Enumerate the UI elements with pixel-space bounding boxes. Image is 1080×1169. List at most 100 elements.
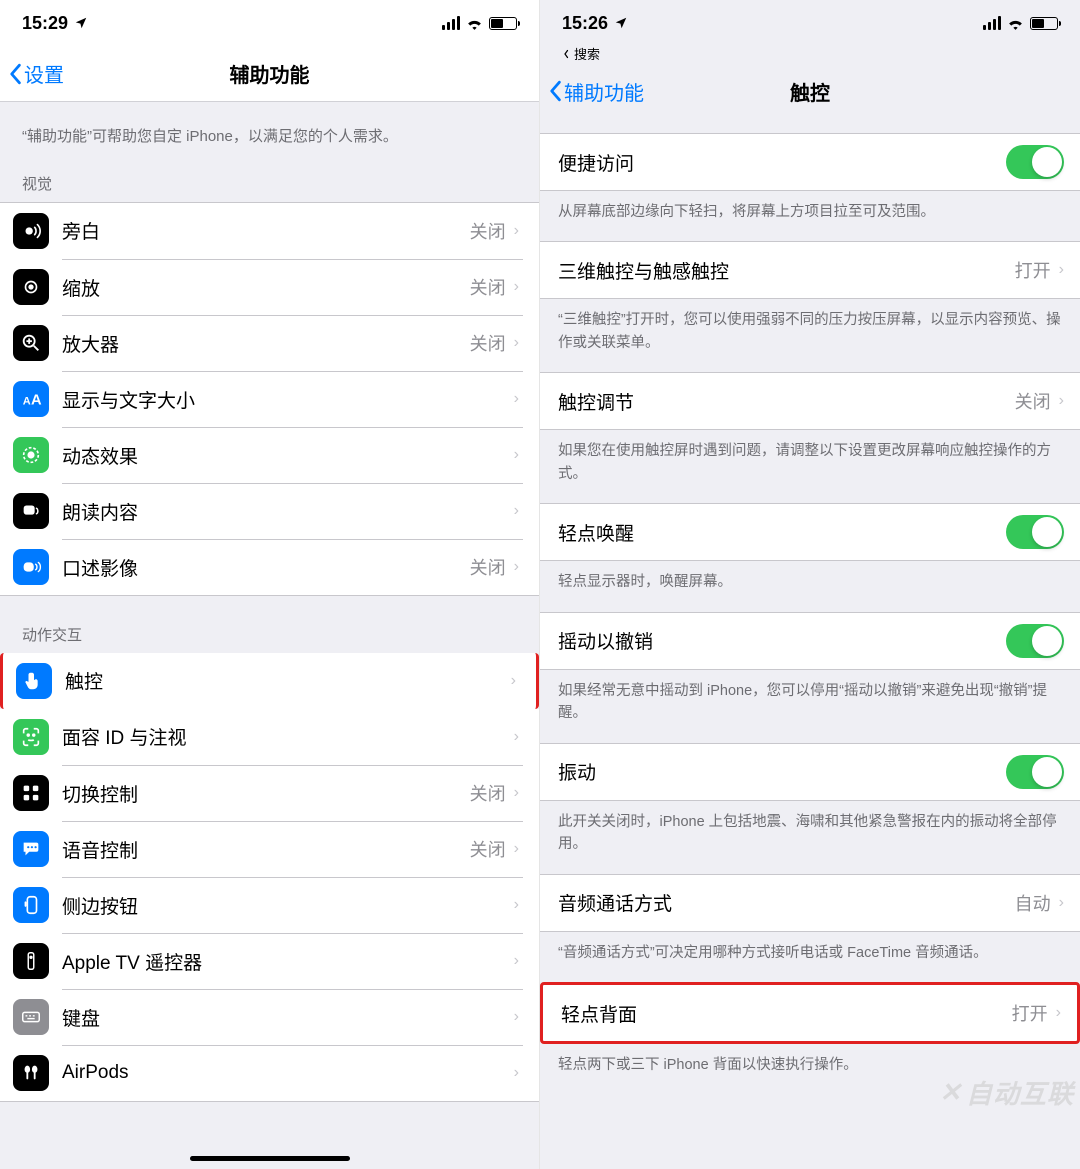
back-label: 设置 <box>24 59 64 88</box>
phone-accessibility: 15:29 设置 辅助功能 “辅助功能”可帮助您自定 iPhone，以满足您的个… <box>0 0 540 1169</box>
breadcrumb[interactable]: 搜索 <box>540 44 1080 63</box>
audio-description-icon <box>13 549 49 585</box>
zoom-icon <box>13 269 49 305</box>
chevron-right-icon: › <box>1059 392 1064 410</box>
svg-text:A: A <box>23 395 31 407</box>
location-icon <box>614 16 628 30</box>
section-motor: 动作交互 <box>0 596 539 653</box>
airpods-icon <box>13 1055 49 1091</box>
row-spoken[interactable]: 朗读内容› <box>0 483 539 539</box>
chevron-right-icon: › <box>514 840 519 858</box>
chevron-right-icon: › <box>514 896 519 914</box>
row-accommodations[interactable]: 触控调节 关闭 › <box>540 373 1080 429</box>
footer-3dtouch: “三维触控”打开时，您可以使用强弱不同的压力按压屏幕，以显示内容预览、操作或关联… <box>540 299 1080 372</box>
chevron-right-icon: › <box>1056 1004 1061 1022</box>
row-appletv-remote[interactable]: Apple TV 遥控器› <box>0 933 539 989</box>
group-accommodations: 触控调节 关闭 › <box>540 372 1080 430</box>
chevron-right-icon: › <box>514 952 519 970</box>
row-voiceover[interactable]: 旁白关闭› <box>0 203 539 259</box>
chevron-right-icon: › <box>514 446 519 464</box>
chevron-right-icon: › <box>511 672 516 690</box>
switch-reachability[interactable] <box>1006 145 1064 179</box>
section-vision: 视觉 <box>0 167 539 202</box>
row-callaudio[interactable]: 音频通话方式 自动 › <box>540 875 1080 931</box>
status-time: 15:26 <box>562 13 608 34</box>
wifi-icon <box>1007 17 1024 30</box>
row-reachability[interactable]: 便捷访问 <box>540 134 1080 190</box>
row-3dtouch[interactable]: 三维触控与触感触控 打开 › <box>540 242 1080 298</box>
vision-group: 旁白关闭› 缩放关闭› 放大器关闭› AA 显示与文字大小› 动态效果› 朗读内… <box>0 202 539 596</box>
appletv-remote-icon <box>13 943 49 979</box>
footer-vibration: 此开关关闭时，iPhone 上包括地震、海啸和其他紧急警报在内的振动将全部停用。 <box>540 801 1080 874</box>
intro-text: “辅助功能”可帮助您自定 iPhone，以满足您的个人需求。 <box>0 102 539 167</box>
row-side-button[interactable]: 侧边按钮› <box>0 877 539 933</box>
row-touch[interactable]: 触控› <box>3 653 536 709</box>
faceid-icon <box>13 719 49 755</box>
row-faceid[interactable]: 面容 ID 与注视› <box>0 709 539 765</box>
row-voice-control[interactable]: 语音控制关闭› <box>0 821 539 877</box>
footer-backtap: 轻点两下或三下 iPhone 背面以快速执行操作。 <box>540 1044 1080 1094</box>
group-tapwake: 轻点唤醒 <box>540 503 1080 561</box>
group-reachability: 便捷访问 <box>540 133 1080 191</box>
row-vibration[interactable]: 振动 <box>540 744 1080 800</box>
row-magnifier[interactable]: 放大器关闭› <box>0 315 539 371</box>
group-shakeundo: 摇动以撤销 <box>540 612 1080 670</box>
row-airpods[interactable]: AirPods› <box>0 1045 539 1101</box>
footer-shakeundo: 如果经常无意中摇动到 iPhone，您可以停用“摇动以撤销”来避免出现“撤销”提… <box>540 670 1080 743</box>
magnifier-icon <box>13 325 49 361</box>
voice-control-icon <box>13 831 49 867</box>
row-keyboard[interactable]: 键盘› <box>0 989 539 1045</box>
content[interactable]: “辅助功能”可帮助您自定 iPhone，以满足您的个人需求。 视觉 旁白关闭› … <box>0 102 539 1169</box>
group-callaudio: 音频通话方式 自动 › <box>540 874 1080 932</box>
row-backtap[interactable]: 轻点背面 打开 › <box>543 985 1077 1041</box>
location-icon <box>74 16 88 30</box>
signal-icon <box>983 16 1001 30</box>
home-indicator[interactable] <box>190 1156 350 1161</box>
row-switch-control[interactable]: 切换控制关闭› <box>0 765 539 821</box>
switch-tapwake[interactable] <box>1006 515 1064 549</box>
content[interactable]: 便捷访问 从屏幕底部边缘向下轻扫，将屏幕上方项目拉至可及范围。 三维触控与触感触… <box>540 119 1080 1169</box>
chevron-right-icon: › <box>514 390 519 408</box>
chevron-right-icon: › <box>514 222 519 240</box>
row-zoom[interactable]: 缩放关闭› <box>0 259 539 315</box>
footer-reachability: 从屏幕底部边缘向下轻扫，将屏幕上方项目拉至可及范围。 <box>540 191 1080 241</box>
row-shakeundo[interactable]: 摇动以撤销 <box>540 613 1080 669</box>
chevron-right-icon: › <box>514 1064 519 1082</box>
spoken-content-icon <box>13 493 49 529</box>
back-button[interactable]: 设置 <box>8 59 64 88</box>
side-button-icon <box>13 887 49 923</box>
row-motion[interactable]: 动态效果› <box>0 427 539 483</box>
signal-icon <box>442 16 460 30</box>
motion-icon <box>13 437 49 473</box>
voiceover-icon <box>13 213 49 249</box>
motor-group-touch-highlight: 触控› <box>0 653 539 709</box>
footer-callaudio: “音频通话方式”可决定用哪种方式接听电话或 FaceTime 音频通话。 <box>540 932 1080 982</box>
page-title: 辅助功能 <box>0 59 539 88</box>
navbar: 辅助功能 触控 <box>540 63 1080 119</box>
motor-group: 面容 ID 与注视› 切换控制关闭› 语音控制关闭› 侧边按钮› Apple T… <box>0 709 539 1102</box>
group-3dtouch: 三维触控与触感触控 打开 › <box>540 241 1080 299</box>
battery-icon <box>1030 17 1058 30</box>
status-bar: 15:26 <box>540 0 1080 46</box>
svg-text:A: A <box>31 392 42 408</box>
chevron-right-icon: › <box>514 1008 519 1026</box>
chevron-right-icon: › <box>514 728 519 746</box>
chevron-right-icon: › <box>1059 894 1064 912</box>
chevron-right-icon: › <box>514 334 519 352</box>
navbar: 设置 辅助功能 <box>0 46 539 102</box>
back-label: 辅助功能 <box>564 77 644 106</box>
text-size-icon: AA <box>13 381 49 417</box>
row-tapwake[interactable]: 轻点唤醒 <box>540 504 1080 560</box>
footer-tapwake: 轻点显示器时，唤醒屏幕。 <box>540 561 1080 611</box>
chevron-right-icon: › <box>514 784 519 802</box>
row-display-text[interactable]: AA 显示与文字大小› <box>0 371 539 427</box>
chevron-left-icon <box>548 80 562 102</box>
row-audio-desc[interactable]: 口述影像关闭› <box>0 539 539 595</box>
wifi-icon <box>466 17 483 30</box>
chevron-right-icon: › <box>514 278 519 296</box>
back-button[interactable]: 辅助功能 <box>548 77 644 106</box>
battery-icon <box>489 17 517 30</box>
keyboard-icon <box>13 999 49 1035</box>
switch-vibration[interactable] <box>1006 755 1064 789</box>
switch-shakeundo[interactable] <box>1006 624 1064 658</box>
